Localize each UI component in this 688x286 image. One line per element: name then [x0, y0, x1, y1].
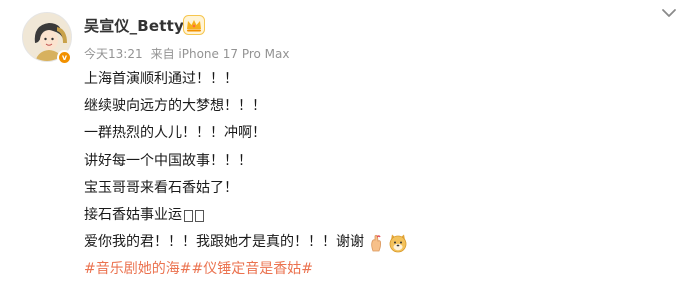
post-line: 爱你我的君！！！我跟她才是真的！！！谢谢: [84, 229, 408, 256]
post-source: 来自 iPhone 17 Pro Max: [150, 47, 290, 61]
hashtag-link[interactable]: #仪锤定音是香姑#: [191, 256, 312, 283]
missing-glyph-icon: [195, 209, 204, 222]
post-line: 讲好每一个中国故事！！！: [84, 152, 252, 169]
crown-icon[interactable]: [183, 15, 205, 35]
chevron-down-icon[interactable]: [660, 6, 678, 20]
post-meta: 今天13:21 来自 iPhone 17 Pro Max: [84, 45, 289, 62]
post-line: 一群热烈的人儿！！！冲啊！: [84, 125, 266, 142]
post-line: 上海首演顺利通过！！！: [84, 71, 238, 87]
post-line: 宝玉哥哥来看石香姑了！: [84, 179, 238, 196]
post-content: 上海首演顺利通过！！！ 继续驶向远方的大梦想！！！ 一群热烈的人儿！！！冲啊！ …: [84, 66, 408, 284]
post-time[interactable]: 今天13:21: [84, 45, 143, 62]
hashtag-line: #音乐剧她的海# #仪锤定音是香姑#: [84, 256, 408, 283]
doge-emoji-icon: [389, 234, 407, 253]
pinched-fingers-emoji-icon: [371, 234, 381, 252]
post-line: 接石香姑事业运: [84, 202, 408, 229]
verified-badge-icon: v: [57, 50, 72, 65]
weibo-post: v 吴宣仪_Betty 今天13:21 来自 iPhone 17 Pro Max…: [0, 0, 688, 286]
username[interactable]: 吴宣仪_Betty: [84, 15, 184, 36]
hashtag-link[interactable]: #音乐剧她的海#: [84, 256, 191, 283]
missing-glyph-icon: [184, 209, 193, 222]
post-line: 继续驶向远方的大梦想！！！: [84, 98, 266, 115]
